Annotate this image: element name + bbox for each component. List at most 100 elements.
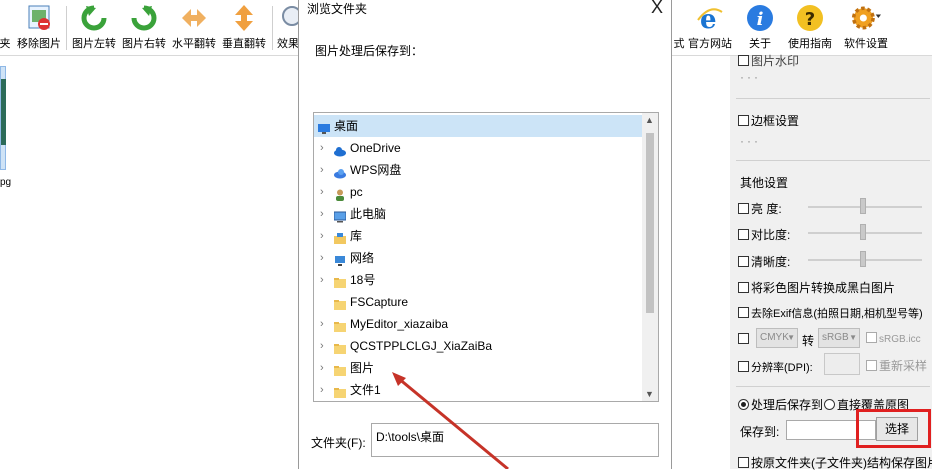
toolbar-guide-button[interactable]: ? 使用指南 [786, 0, 834, 56]
folder-icon [334, 274, 346, 288]
toolbar-rotate-right-button[interactable]: 图片右转 [120, 0, 168, 56]
sharpness-checkbox[interactable]: 清晰度: [738, 253, 790, 270]
tree-item-label: 库 [350, 229, 363, 243]
cloud-icon [334, 142, 346, 157]
save-to-label: 保存到: [740, 425, 780, 439]
rotate-right-icon [129, 3, 159, 33]
folder-icon [334, 296, 346, 310]
desktop-icon [318, 120, 330, 134]
toolbar-remove-image-button[interactable]: 移除图片 [16, 0, 62, 56]
tree-item[interactable]: › MyEditor_xiazaiba [314, 313, 644, 335]
toolbar-official-site-button[interactable]: e 官方网站 [688, 0, 732, 56]
divider [736, 160, 930, 161]
help-icon: ? [795, 3, 825, 33]
toolbar-settings-button[interactable]: 软件设置 [842, 0, 890, 56]
chevron-right-icon[interactable]: › [320, 379, 324, 401]
color-to-select[interactable]: sRGB ▼ [818, 328, 860, 348]
network-icon [334, 252, 346, 266]
tree-item-label: pc [350, 185, 363, 199]
tree-item[interactable]: › 18号 [314, 269, 644, 291]
toolbar-separator [66, 6, 67, 50]
tree-item[interactable]: › 此电脑 [314, 203, 644, 225]
tree-item-label: FSCapture [350, 295, 409, 309]
contrast-checkbox[interactable]: 对比度: [738, 226, 790, 243]
tree-item-label: QCSTPPLCLGJ_XiaZaiBa [350, 339, 493, 353]
toolbar-flip-vertical-button[interactable]: 垂直翻转 [220, 0, 268, 56]
folder-tree-list: 桌面 › OneDrive › WPS网盘 › pc › 此电脑 › 库 › 网络 › 18号 FSCaptu… [314, 115, 644, 401]
tree-item[interactable]: FSCapture [314, 291, 644, 313]
flip-vertical-icon [229, 3, 259, 33]
divider [736, 386, 930, 387]
folder-icon [334, 340, 346, 354]
wps-cloud-icon [334, 164, 346, 179]
tree-item-label: 图片 [350, 361, 375, 375]
watermark-checkbox[interactable]: 图片水印 [738, 52, 799, 69]
grayscale-checkbox[interactable]: 将彩色图片转换成黑白图片 [738, 279, 895, 296]
chevron-right-icon[interactable]: › [320, 203, 324, 225]
chevron-right-icon[interactable]: › [320, 269, 324, 291]
watermark-dots: ··· [740, 70, 761, 84]
dpi-input[interactable] [824, 353, 860, 375]
tree-item[interactable]: › WPS网盘 [314, 159, 644, 181]
toolbar-rotate-left-button[interactable]: 图片左转 [70, 0, 118, 56]
remove-exif-checkbox[interactable]: 去除Exif信息(拍照日期,相机型号等) [738, 305, 923, 321]
tree-item[interactable]: › pc [314, 181, 644, 203]
toolbar-open-folder-button[interactable]: 夹 [0, 0, 16, 56]
thumbnail-image [1, 79, 6, 145]
toolbar-effect-button[interactable]: 效果 [276, 0, 300, 56]
chevron-right-icon[interactable]: › [320, 137, 324, 159]
library-icon [334, 230, 346, 244]
tree-item[interactable]: › 库 [314, 225, 644, 247]
brightness-slider-thumb[interactable] [860, 198, 866, 214]
resample-checkbox[interactable]: 重新采样 [866, 357, 927, 374]
icc-checkbox[interactable]: sRGB.icc [866, 332, 921, 345]
tree-item-label: MyEditor_xiazaiba [350, 317, 449, 331]
chevron-right-icon[interactable]: › [320, 357, 324, 379]
keep-structure-checkbox[interactable]: 按原文件夹(子文件夹)结构保存图片 [738, 454, 932, 471]
chevron-right-icon[interactable]: › [320, 335, 324, 357]
svg-text:?: ? [805, 9, 815, 30]
flip-horizontal-icon [179, 3, 209, 33]
tree-item[interactable]: › OneDrive [314, 137, 644, 159]
chevron-right-icon[interactable]: › [320, 225, 324, 247]
scroll-up-icon[interactable]: ▲ [645, 115, 654, 125]
toolbar-format-button[interactable]: 式 [672, 0, 686, 56]
chevron-right-icon[interactable]: › [320, 247, 324, 269]
tree-item[interactable]: 桌面 [314, 115, 644, 137]
close-icon[interactable]: X [651, 0, 663, 18]
info-icon: i [745, 3, 775, 33]
highlight-box [856, 409, 931, 448]
tree-item[interactable]: › 网络 [314, 247, 644, 269]
toolbar-about-button[interactable]: i 关于 [744, 0, 776, 56]
sharpness-slider-thumb[interactable] [860, 251, 866, 267]
rotate-left-icon [79, 3, 109, 33]
tree-item-label: 此电脑 [350, 207, 387, 221]
resolution-checkbox[interactable]: 分辨率(DPI): [738, 359, 813, 375]
folder-tree[interactable]: 桌面 › OneDrive › WPS网盘 › pc › 此电脑 › 库 › 网络 › 18号 FSCaptu… [313, 112, 659, 402]
contrast-slider-thumb[interactable] [860, 224, 866, 240]
tree-scrollbar[interactable]: ▲ ▼ [642, 113, 658, 401]
border-dots: ··· [740, 134, 761, 148]
chevron-right-icon[interactable]: › [320, 313, 324, 335]
chevron-right-icon[interactable]: › [320, 181, 324, 203]
ie-icon: e [695, 3, 725, 33]
tree-item-label: OneDrive [350, 141, 401, 155]
color-from-select[interactable]: CMYK ▼ [756, 328, 798, 348]
scrollbar-thumb[interactable] [646, 133, 654, 313]
save-to-radio[interactable]: 处理后保存到 [738, 396, 823, 413]
convert-label: 转 [802, 334, 815, 348]
tree-item-label: WPS网盘 [350, 163, 402, 177]
tree-item[interactable]: › QCSTPPLCLGJ_XiaZaiBa [314, 335, 644, 357]
tree-item-label: 桌面 [334, 119, 359, 133]
brightness-checkbox[interactable]: 亮 度: [738, 200, 782, 217]
annotation-arrow-icon [392, 372, 509, 469]
gear-icon [851, 3, 881, 33]
scroll-down-icon[interactable]: ▼ [645, 389, 654, 399]
computer-icon [333, 208, 347, 223]
border-checkbox[interactable]: 边框设置 [738, 112, 799, 129]
chevron-right-icon[interactable]: › [320, 159, 324, 181]
color-convert-checkbox[interactable] [738, 332, 751, 346]
other-settings-title: 其他设置 [740, 176, 789, 190]
toolbar-flip-horizontal-button[interactable]: 水平翻转 [170, 0, 218, 56]
image-thumbnail[interactable] [0, 66, 6, 170]
